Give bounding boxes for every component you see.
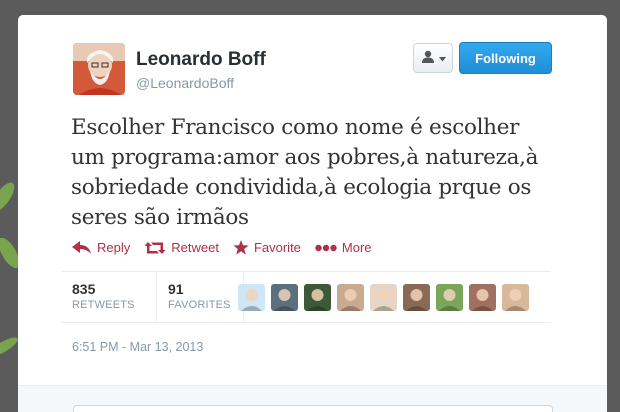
author-avatar[interactable] [73,43,125,95]
favoriter-avatar[interactable] [436,284,463,311]
reply-button[interactable]: Reply [72,240,130,255]
reply-icon [72,240,92,255]
following-button[interactable]: Following [459,42,552,74]
tweet-actions: Reply Retweet Favorite More [72,240,372,255]
author-name[interactable]: Leonardo Boff [136,49,266,71]
favoriter-avatar[interactable] [304,284,331,311]
tweet-text-line: sobriedade condividida,à ecologia prque … [71,175,532,200]
favorite-label: Favorite [253,240,301,255]
more-dots-icon [315,244,337,252]
favoriter-avatar[interactable] [469,284,496,311]
favoriter-avatar[interactable] [502,284,529,311]
favoriters-avatars [238,284,529,311]
more-label: More [341,240,372,255]
favoriter-avatar[interactable] [370,284,397,311]
favoriter-avatar[interactable] [403,284,430,311]
user-actions-dropdown[interactable] [413,43,453,73]
background-leaf [0,179,19,215]
retweet-label: Retweet [171,240,219,255]
retweets-count: 835 [72,281,96,297]
favorites-stat[interactable]: 91 FAVORITES [157,272,243,323]
more-button[interactable]: More [315,240,372,255]
tweet-timestamp[interactable]: 6:51 PM - Mar 13, 2013 [72,340,203,354]
favorites-count: 91 [168,281,184,297]
user-dropdown-icon [421,50,437,67]
retweets-stat[interactable]: 835 RETWEETS [61,272,145,323]
favoriter-avatar[interactable] [271,284,298,311]
author-handle[interactable]: @LeonardoBoff [136,75,234,91]
chevron-down-icon [438,51,446,65]
tweet-text: Escolher Francisco como nome é escolher … [71,113,571,233]
retweet-icon [144,241,166,255]
retweet-button[interactable]: Retweet [144,240,219,255]
tweet-card: Leonardo Boff @LeonardoBoff Following Es… [18,15,607,412]
tweet-text-line: Escolher Francisco como nome é escolher [71,115,520,140]
favorites-label: FAVORITES [168,299,231,311]
reply-label: Reply [97,240,131,255]
tweet-text-line: um programa:amor aos pobres,à natureza,à [71,145,539,170]
star-icon [233,240,249,255]
retweets-label: RETWEETS [72,299,135,311]
tweet-text-line: seres são irmãos [71,205,249,230]
favorite-button[interactable]: Favorite [233,240,301,255]
reply-input[interactable] [73,405,553,412]
favoriter-avatar[interactable] [238,284,265,311]
favoriter-avatar[interactable] [337,284,364,311]
